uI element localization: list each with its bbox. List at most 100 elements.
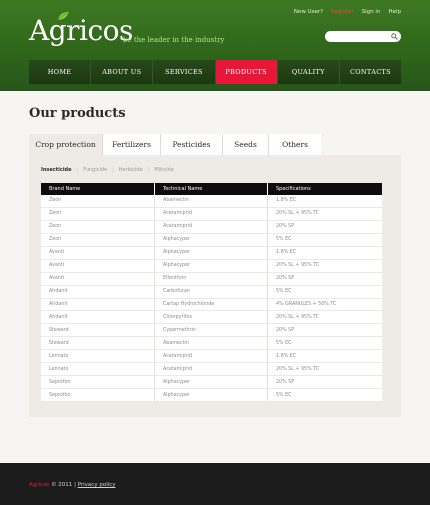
tab-others[interactable]: Others xyxy=(269,134,321,155)
products-table: Brand Name Technical Name Specifications… xyxy=(41,183,382,402)
table-row: Avanti Alphacyper 20% SL + 95% TC xyxy=(41,259,382,273)
product-tabs: Crop protection Fertilizers Pesticides S… xyxy=(29,134,401,155)
table-row: Steward Abamectin 5% EC xyxy=(41,337,382,351)
technical-name-cell: Cartap Hydrochloride xyxy=(155,298,268,311)
nav-item-services[interactable]: SERVICES xyxy=(153,60,216,84)
brand-name-cell: Seprofon xyxy=(41,389,155,401)
tab-crop-protection[interactable]: Crop protection xyxy=(29,134,103,155)
technical-name-cell: Alphacyper xyxy=(155,389,268,401)
tab-pesticides[interactable]: Pesticides xyxy=(161,134,223,155)
specification-cell: 20% SP xyxy=(276,224,295,230)
header-brand-name: Brand Name xyxy=(41,183,155,195)
main-nav: HOME ABOUT US SERVICES PRODUCTS QUALITY … xyxy=(29,60,402,84)
table-row: Steward Cypermethrin 20% SP xyxy=(41,324,382,338)
brand-name-cell: Lennato xyxy=(41,350,155,363)
technical-name-cell: Carbofuran xyxy=(155,285,268,298)
technical-name-cell: Acetamiprid xyxy=(155,220,268,233)
brand-name-cell: Avanti xyxy=(41,259,155,272)
brand-name-cell: Ahdanit xyxy=(41,311,155,324)
specification-cell: 20% SL + 95% TC xyxy=(276,263,320,269)
footer-brand[interactable]: Agricos xyxy=(29,482,49,488)
brand-name-cell: Avanti xyxy=(41,246,155,259)
new-user-label: New User? xyxy=(293,9,324,15)
subtab-insecticide[interactable]: Insecticide xyxy=(41,167,77,173)
subtab-miticide[interactable]: Miticide xyxy=(149,167,178,173)
technical-name-cell: Elfenthrin xyxy=(155,272,268,285)
specification-cell: 5% EC xyxy=(276,289,292,295)
table-row: Seprofon Alphacyper 5% EC xyxy=(41,389,382,402)
subtab-herbicide[interactable]: Herbicide xyxy=(114,167,148,173)
specification-cell: 5% EC xyxy=(276,340,292,346)
search-icon[interactable] xyxy=(391,33,398,40)
brand-name-cell: Lennato xyxy=(41,363,155,376)
nav-item-about-us[interactable]: ABOUT US xyxy=(91,60,154,84)
technical-name-cell: Acetamiprid xyxy=(155,207,268,220)
nav-item-products[interactable]: PRODUCTS xyxy=(215,60,278,84)
sign-in-link[interactable]: Sign in xyxy=(362,9,381,15)
help-link[interactable]: Help xyxy=(388,9,401,15)
tab-panel: Insecticide | Fungicide | Herbicide | Mi… xyxy=(29,155,401,417)
table-row: Zeon Acetamiprid 20% SL + 95% TC xyxy=(41,207,382,221)
privacy-policy-link[interactable]: Privacy policy xyxy=(78,482,116,488)
specification-cell: 20% SP xyxy=(276,327,295,333)
tagline: be the leader in the industry xyxy=(123,36,225,44)
subtab-fungicide[interactable]: Fungicide xyxy=(78,167,112,173)
technical-name-cell: Abamectin xyxy=(155,337,268,350)
brand-name-cell: Zeon xyxy=(41,220,155,233)
technical-name-cell: Alphacyper xyxy=(155,259,268,272)
brand-name-cell: Seprofon xyxy=(41,376,155,389)
brand-name-cell: Zeon xyxy=(41,233,155,246)
specification-cell: 5% EC xyxy=(276,237,292,243)
table-row: Lennato Acetamiprid 20% SL + 95% TC xyxy=(41,363,382,377)
specification-cell: 20% SL + 95% TC xyxy=(276,211,320,217)
table-header: Brand Name Technical Name Specifications xyxy=(41,183,382,195)
logo[interactable]: Agricos xyxy=(29,12,133,47)
table-body: Zeon Abamectin 1.8% EC Zeon Acetamiprid 20% S… xyxy=(41,195,382,402)
page-title: Our products xyxy=(29,106,126,121)
table-row: Lennato Acetamiprid 1.8% EC xyxy=(41,350,382,364)
brand-name-cell: Zeon xyxy=(41,195,155,207)
brand-name-cell: Avanti xyxy=(41,272,155,285)
specification-cell: 20% SL + 95% TC xyxy=(276,314,320,320)
table-row: Ahdanit Chlorpyrifos 20% SL + 95% TC xyxy=(41,311,382,325)
tab-seeds[interactable]: Seeds xyxy=(223,134,269,155)
tab-fertilizers[interactable]: Fertilizers xyxy=(103,134,161,155)
specification-cell: 4% GRANULES + 50% TC xyxy=(276,301,337,307)
technical-name-cell: Acetamiprid xyxy=(155,363,268,376)
specification-cell: 1.8% EC xyxy=(276,353,297,359)
table-row: Zeon Abamectin 1.8% EC xyxy=(41,195,382,208)
register-link[interactable]: Register xyxy=(331,9,354,15)
nav-item-home[interactable]: HOME xyxy=(29,60,92,84)
header-specifications: Specifications xyxy=(276,186,311,192)
specification-cell: 5% EC xyxy=(276,392,292,398)
footer-separator: | xyxy=(74,482,76,488)
brand-name-cell: Ahdanit xyxy=(41,285,155,298)
nav-item-contacts[interactable]: CONTACTS xyxy=(339,60,402,84)
table-row: Seprofon Alphacyper 20% SP xyxy=(41,376,382,390)
brand-name-cell: Zeon xyxy=(41,207,155,220)
technical-name-cell: Chlorpyrifos xyxy=(155,311,268,324)
table-row: Avanti Elfenthrin 20% SP xyxy=(41,272,382,286)
technical-name-cell: Alphacyper xyxy=(155,376,268,389)
technical-name-cell: Abamectin xyxy=(155,195,268,207)
technical-name-cell: Alphacyper xyxy=(155,246,268,259)
specification-cell: 20% SP xyxy=(276,276,295,282)
specification-cell: 20% SL + 95% TC xyxy=(276,366,320,372)
footer: Agricos © 2011 | Privacy policy xyxy=(0,463,430,505)
technical-name-cell: Acetamiprid xyxy=(155,350,268,363)
technical-name-cell: Alphacyper xyxy=(155,233,268,246)
table-row: Ahdanit Carbofuran 5% EC xyxy=(41,285,382,299)
top-links: New User? Register Sign in Help xyxy=(294,9,401,15)
technical-name-cell: Cypermethrin xyxy=(155,324,268,337)
table-row: Zeon Alphacyper 5% EC xyxy=(41,233,382,247)
nav-item-quality[interactable]: QUALITY xyxy=(277,60,340,84)
copyright-text: © 2011 xyxy=(51,482,73,488)
specification-cell: 1.8% EC xyxy=(276,198,297,204)
specification-cell: 1.8% EC xyxy=(276,250,297,256)
specification-cell: 20% SP xyxy=(276,379,295,385)
subtabs: Insecticide | Fungicide | Herbicide | Mi… xyxy=(41,167,179,173)
brand-name-cell: Steward xyxy=(41,324,155,337)
table-row: Ahdanit Cartap Hydrochloride 4% GRANULES +… xyxy=(41,298,382,312)
search-input[interactable] xyxy=(325,31,401,42)
logo-text: Agricos xyxy=(29,14,133,47)
